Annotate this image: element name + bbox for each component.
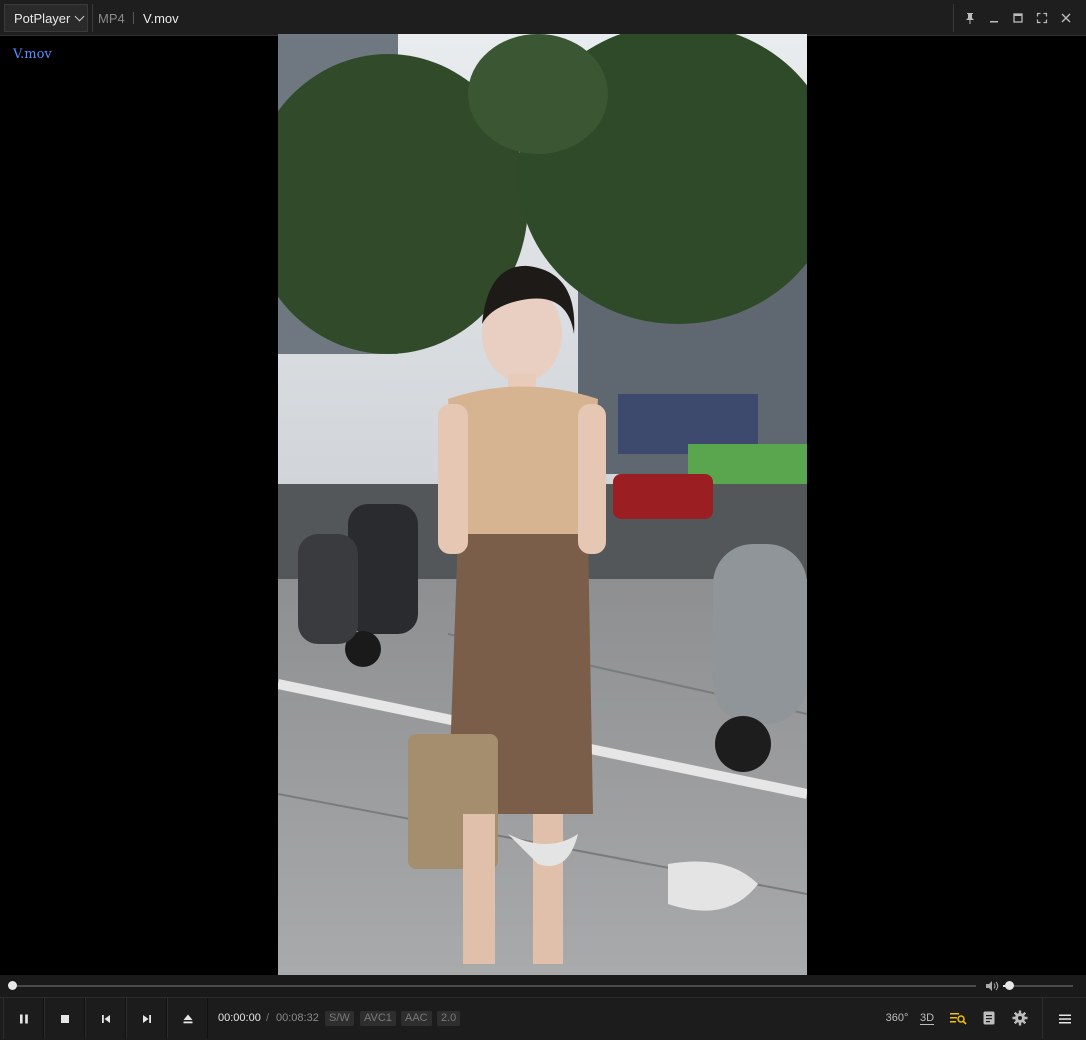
control-bar: 00:00:00 / 00:08:32 S/W AVC1 AAC 2.0 360… (0, 997, 1086, 1040)
audio-channels-badge[interactable]: 2.0 (437, 1011, 461, 1026)
chapter-button[interactable] (979, 1007, 999, 1029)
maximize-icon[interactable] (1006, 4, 1030, 32)
video-codec-badge[interactable]: AVC1 (360, 1011, 396, 1026)
3d-button[interactable]: 3D (916, 1007, 938, 1029)
next-button[interactable] (126, 998, 167, 1039)
seek-track[interactable] (12, 985, 976, 987)
video-frame[interactable] (278, 34, 807, 975)
seek-handle[interactable] (8, 981, 17, 990)
window-title: V.mov (143, 11, 179, 26)
eject-icon (183, 1014, 192, 1023)
format-divider (133, 12, 134, 24)
current-time: 00:00:00 (218, 1012, 261, 1024)
chevron-down-icon (74, 11, 85, 21)
open-file-button[interactable] (167, 998, 208, 1039)
osd-filename: V.mov (13, 47, 52, 62)
renderer-badge[interactable]: S/W (325, 1011, 354, 1026)
hamburger-menu-icon (1058, 1014, 1071, 1023)
previous-button[interactable] (85, 998, 126, 1039)
format-label: MP4 (98, 11, 125, 26)
potplayer-menu-button[interactable]: PotPlayer (4, 4, 88, 32)
playlist-button[interactable] (947, 1007, 969, 1029)
audio-codec-badge[interactable]: AAC (401, 1011, 432, 1026)
fullscreen-icon[interactable] (1030, 4, 1054, 32)
skip-previous-icon (101, 1014, 110, 1023)
volume-icon[interactable] (985, 980, 999, 992)
title-divider (92, 4, 93, 32)
video-content (278, 34, 807, 975)
skip-next-icon (142, 1014, 151, 1023)
pause-button[interactable] (3, 998, 44, 1039)
pin-icon[interactable] (958, 4, 982, 32)
volume-handle[interactable] (1004, 981, 1014, 990)
gear-icon (1012, 1010, 1028, 1026)
main-menu-button[interactable] (1042, 998, 1086, 1039)
time-separator: / (266, 1012, 270, 1024)
stop-button[interactable] (44, 998, 85, 1039)
brand-label: PotPlayer (14, 10, 71, 26)
title-bar: PotPlayer MP4 V.mov (0, 0, 1086, 36)
pause-icon (19, 1014, 28, 1023)
seek-bar-area (0, 975, 1086, 997)
vr-360-button[interactable]: 360° (885, 1007, 909, 1029)
stop-icon (60, 1014, 69, 1023)
window-controls (958, 4, 1078, 32)
3d-label: 3D (919, 1011, 935, 1025)
close-icon[interactable] (1054, 4, 1078, 32)
minimize-icon[interactable] (982, 4, 1006, 32)
vr-360-label: 360° (885, 1012, 909, 1024)
title-controls-divider (953, 4, 954, 32)
total-time: 00:08:32 (276, 1012, 319, 1024)
playlist-search-icon (950, 1013, 967, 1025)
document-icon (983, 1011, 995, 1025)
settings-button[interactable] (1009, 1007, 1031, 1029)
